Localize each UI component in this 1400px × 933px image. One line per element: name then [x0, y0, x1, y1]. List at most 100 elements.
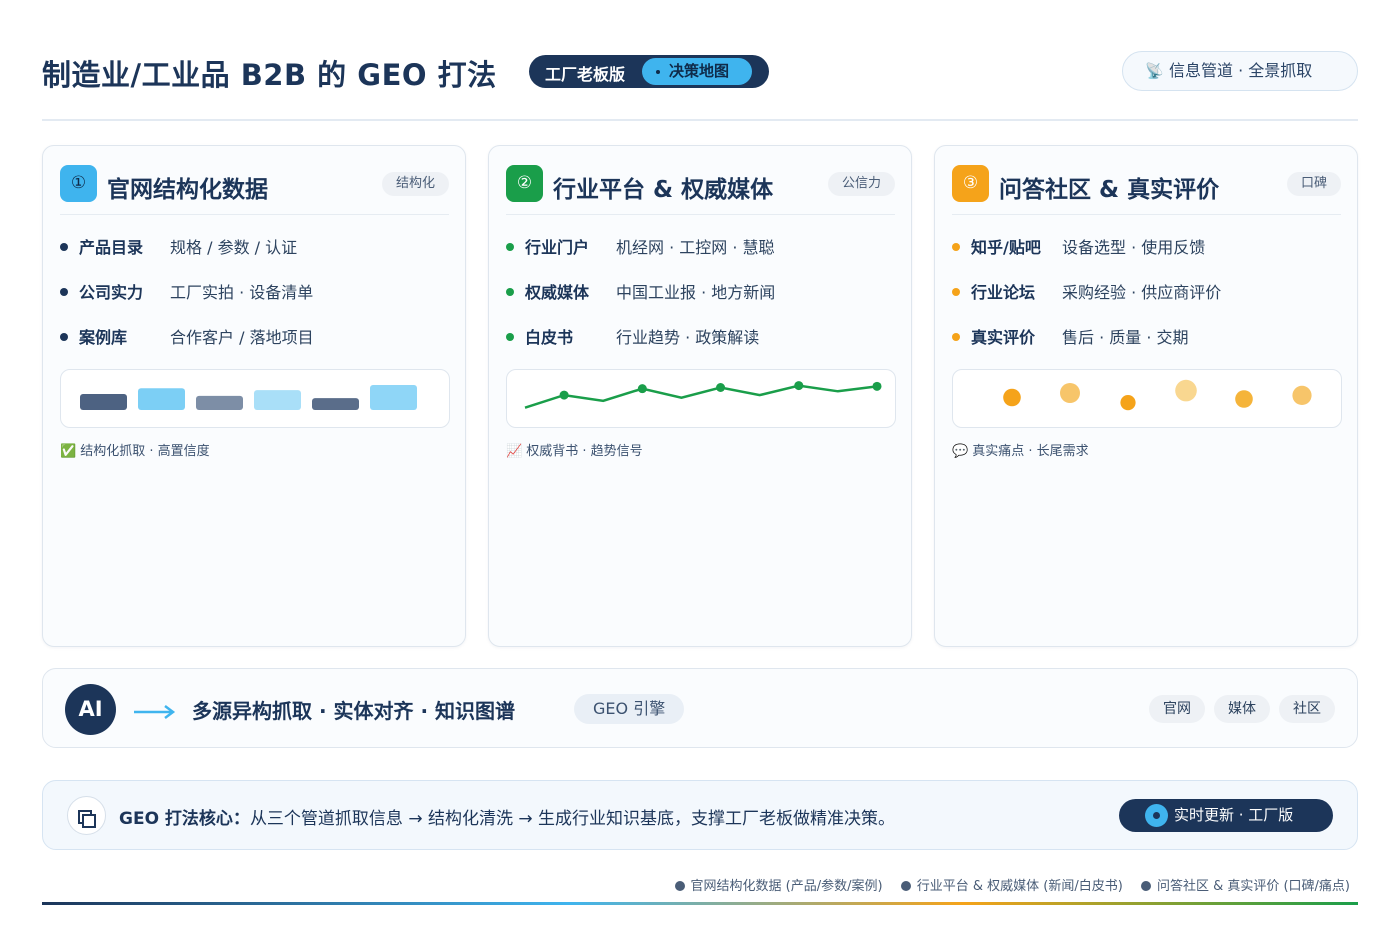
version-pill[interactable]: 工厂老板版 决策地图 [529, 55, 769, 88]
live-update-pill[interactable]: 实时更新 · 工厂版 [1119, 799, 1333, 832]
geo-engine-chip[interactable]: GEO 引擎 [574, 694, 685, 724]
row-value: 采购经验 · 供应商评价 [1062, 283, 1222, 302]
card-tag: 结构化 [381, 172, 449, 196]
card-title: 官网结构化数据 [107, 177, 268, 203]
page-title: 制造业/工业品 B2B 的 GEO 打法 [42, 58, 497, 92]
dot-thumbnail [952, 369, 1342, 428]
row-key: 行业门户 [525, 238, 590, 257]
list-item: 行业论坛 采购经验 · 供应商评价 [952, 279, 1332, 324]
source-chip-media[interactable]: 媒体 [1214, 695, 1270, 723]
list-item: 真实评价 售后 · 质量 · 交期 [952, 324, 1332, 369]
satellite-dish-icon: 📡 [1145, 62, 1164, 80]
bullet-icon [60, 333, 68, 341]
source-chip-community[interactable]: 社区 [1279, 695, 1335, 723]
legend-label: 官网结构化数据 (产品/参数/案例) [690, 879, 883, 894]
row-value: 工厂实拍 · 设备清单 [170, 283, 314, 302]
thumbnail-dot [1175, 379, 1197, 402]
bar-thumbnail [60, 369, 450, 428]
version-right-chip[interactable]: 决策地图 [642, 58, 752, 85]
row-key: 产品目录 [79, 238, 144, 257]
card-number-badge: ② [506, 165, 543, 202]
bullet-icon [952, 288, 960, 296]
thumbnail-bar [370, 385, 417, 410]
legend: 官网结构化数据 (产品/参数/案例) 行业平台 & 权威媒体 (新闻/白皮书) … [661, 875, 1350, 894]
thumbnail-line-point [637, 384, 647, 394]
card-rows: 产品目录 规格 / 参数 / 认证 公司实力 工厂实拍 · 设备清单 案例库 合作客户… [60, 234, 440, 369]
thumbnail-line [524, 384, 878, 409]
row-key: 权威媒体 [525, 283, 590, 302]
pipeline-pill[interactable]: 📡 信息管道 · 全景抓取 [1122, 51, 1358, 91]
thumbnail-bar [196, 395, 243, 410]
row-key: 真实评价 [971, 328, 1036, 347]
card-tag: 口碑 [1286, 172, 1341, 196]
row-key: 公司实力 [79, 283, 144, 302]
thumbnail-bar [138, 388, 185, 410]
card-number-badge: ① [60, 165, 97, 202]
bullet-icon [952, 333, 960, 341]
ai-pipeline-bar: AI 多源异构抓取 · 实体对齐 · 知识图谱 GEO 引擎 官网 媒体 社区 [42, 668, 1358, 748]
dot-thumbnail-svg [1003, 379, 1312, 411]
header-divider [42, 119, 1358, 121]
pipeline-label: 信息管道 · 全景抓取 [1169, 61, 1313, 80]
live-dot-icon [1145, 804, 1168, 827]
thumbnail-dot [1003, 388, 1021, 407]
card-industry-media: ② 行业平台 & 权威媒体 公信力 行业门户 机经网 · 工控网 · 慧聪 权威媒… [488, 145, 912, 647]
list-item: 白皮书 行业趋势 · 政策解读 [506, 324, 886, 369]
core-label: GEO 打法核心： [119, 809, 250, 829]
bullet-icon [506, 288, 514, 296]
footnote-text: 真实痛点 · 长尾需求 [972, 444, 1089, 459]
row-value: 行业趋势 · 政策解读 [616, 328, 760, 347]
bullet-icon [506, 243, 514, 251]
legend-item: 问答社区 & 真实评价 (口碑/痛点) [1140, 875, 1350, 894]
card-tag: 公信力 [827, 172, 895, 196]
line-thumbnail-svg [524, 381, 882, 409]
bar-thumbnail-svg [80, 385, 417, 410]
thumbnail-bar [312, 398, 359, 410]
card-official-site: ① 官网结构化数据 结构化 产品目录 规格 / 参数 / 认证 公司实力 工厂实拍 … [42, 145, 466, 647]
layers-icon [67, 796, 106, 835]
bottom-gradient-line [42, 902, 1358, 905]
card-footnote: 💬 真实痛点 · 长尾需求 [952, 440, 1089, 459]
list-item: 行业门户 机经网 · 工控网 · 慧聪 [506, 234, 886, 279]
thumbnail-line-point [872, 381, 882, 391]
thumbnail-line-point [716, 383, 726, 392]
card-footnote: ✅ 结构化抓取 · 高置信度 [60, 440, 210, 459]
row-value: 中国工业报 · 地方新闻 [616, 283, 776, 302]
row-key: 白皮书 [525, 328, 574, 347]
row-value: 设备选型 · 使用反馈 [1062, 238, 1206, 257]
legend-dot-icon [674, 881, 685, 891]
card-rows: 行业门户 机经网 · 工控网 · 慧聪 权威媒体 中国工业报 · 地方新闻 白皮书 行… [506, 234, 886, 369]
dot-icon [656, 69, 660, 74]
pipeline-flow-text: 多源异构抓取 · 实体对齐 · 知识图谱 [192, 699, 516, 723]
card-title: 问答社区 & 真实评价 [999, 177, 1220, 203]
row-value: 售后 · 质量 · 交期 [1062, 328, 1189, 347]
card-footnote: 📈 权威背书 · 趋势信号 [506, 440, 643, 459]
thumbnail-line-point [559, 390, 569, 400]
arrow-right-icon [134, 705, 176, 719]
legend-label: 问答社区 & 真实评价 (口碑/痛点) [1156, 879, 1350, 894]
bullet-icon [952, 243, 960, 251]
thumbnail-dot [1235, 390, 1253, 408]
ai-badge: AI [65, 684, 116, 735]
bullet-icon [506, 333, 514, 341]
card-divider [60, 214, 449, 215]
list-item: 案例库 合作客户 / 落地项目 [60, 324, 440, 369]
row-key: 案例库 [79, 328, 128, 347]
card-divider [952, 214, 1341, 215]
list-item: 公司实力 工厂实拍 · 设备清单 [60, 279, 440, 324]
thumbnail-line-point [794, 381, 804, 391]
card-rows: 知乎/贴吧 设备选型 · 使用反馈 行业论坛 采购经验 · 供应商评价 真实评价 售后… [952, 234, 1332, 369]
thumbnail-bar [254, 390, 301, 410]
legend-dot-icon [1140, 881, 1151, 891]
legend-item: 行业平台 & 权威媒体 (新闻/白皮书) [900, 875, 1123, 894]
row-value: 规格 / 参数 / 认证 [170, 238, 298, 257]
chart-up-icon: 📈 [506, 444, 523, 459]
source-chip-official[interactable]: 官网 [1149, 695, 1205, 723]
card-title: 行业平台 & 权威媒体 [553, 177, 774, 203]
thumbnail-dot [1120, 395, 1136, 411]
footnote-text: 权威背书 · 趋势信号 [526, 444, 643, 459]
footnote-text: 结构化抓取 · 高置信度 [80, 444, 210, 459]
speech-bubble-icon: 💬 [952, 444, 969, 459]
line-thumbnail [506, 369, 896, 428]
check-icon: ✅ [60, 444, 77, 459]
